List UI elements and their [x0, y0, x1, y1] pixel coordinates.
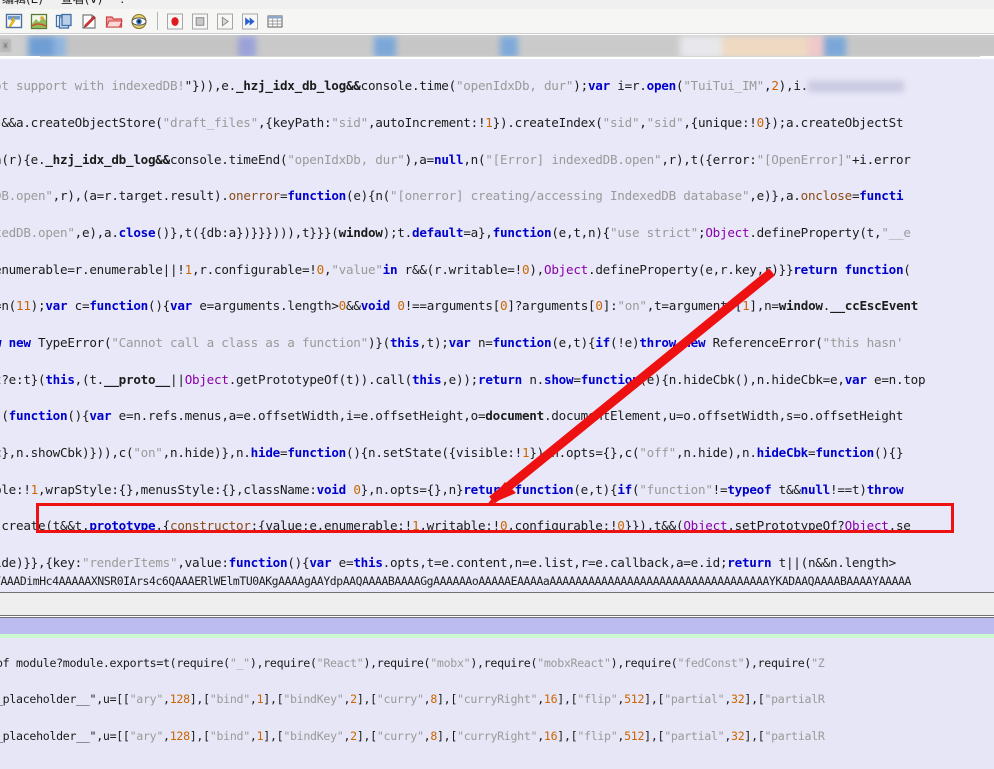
eye-watch-icon[interactable] — [127, 10, 151, 32]
fast-forward-icon[interactable] — [238, 10, 262, 32]
code-line: ide)}},{key:"renderItems",value:function… — [0, 554, 896, 570]
code-line: xedDB.open",e),a.close()},t({db:a})}}}))… — [0, 224, 911, 240]
code-text-block: ot support with indexedDB!"})),e._hzj_id… — [0, 59, 994, 574]
map-icon[interactable] — [27, 10, 51, 32]
code-line: )&&a.createObjectStore("draft_files",{ke… — [0, 114, 904, 130]
menu-item-more[interactable]: : — [120, 0, 124, 6]
menu-item-view[interactable]: 查看(V) — [61, 0, 103, 6]
bottom-code-text-block: of module?module.exports=t(require("_"),… — [0, 638, 825, 769]
code-line: DB.open",r),(a=r.target.result).onerror=… — [0, 188, 904, 204]
code-line: t?e:t}(this,(t.__proto__||Object.getProt… — [0, 371, 926, 387]
folder-open-icon[interactable] — [102, 10, 126, 32]
grid-table-icon[interactable] — [263, 10, 287, 32]
band-selection-purple — [0, 618, 994, 634]
code-line: _placeholder__",u=[["ary",128],["bind",1… — [0, 728, 825, 743]
toolbar[interactable] — [0, 9, 994, 34]
code-viewer-bottom[interactable]: of module?module.exports=t(require("_"),… — [0, 638, 994, 769]
menu-bar-items: 编辑(E) 查看(V) : — [2, 0, 138, 7]
tab-strip-underline — [40, 56, 980, 57]
application-window: 编辑(E) 查看(V) : — [0, 0, 994, 769]
play-icon[interactable] — [213, 10, 237, 32]
code-viewer-main[interactable]: ot support with indexedDB!"})),e._hzj_id… — [0, 59, 994, 574]
stop-icon[interactable] — [188, 10, 212, 32]
code-line: ,(function(){var e=n.refs.menus,a=e.offs… — [0, 408, 904, 424]
code-line: create(t&&t.prototype,{constructor:{valu… — [0, 518, 911, 534]
code-line: n(r){e._hzj_idx_db_log&&console.timeEnd(… — [0, 151, 911, 167]
code-line: ot support with indexedDB!"})),e._hzj_id… — [0, 77, 994, 95]
menu-item-edit[interactable]: 编辑(E) — [2, 0, 43, 6]
code-line: _placeholder__",u=[["ary",128],["bind",1… — [0, 692, 825, 707]
base64-text: YAAADimHc4AAAAAXNSR0IArs4c6QAAAERlWElmTU… — [0, 574, 912, 588]
toolbar-separator — [157, 12, 158, 30]
code-base64-row[interactable]: YAAADimHc4AAAAAXNSR0IArs4c6QAAAERlWElmTU… — [0, 574, 994, 592]
code-line: c},n.showCbk)})),c("on",n.hide)},n.hide=… — [0, 444, 904, 460]
record-icon[interactable] — [163, 10, 187, 32]
pen-edit-icon[interactable] — [77, 10, 101, 32]
code-line: ble:!1,wrapStyle:{},menusStyle:{},classN… — [0, 481, 904, 497]
pane-separator — [0, 592, 994, 618]
code-line: enumerable=r.enumerable||!1,r.configurab… — [0, 261, 911, 277]
network-capture-icon[interactable] — [2, 10, 26, 32]
code-line: w new TypeError("Cannot call a class as … — [0, 334, 904, 350]
code-line: of module?module.exports=t(require("_"),… — [0, 656, 825, 670]
tab-close-icon[interactable]: x — [0, 39, 11, 52]
tab-strip[interactable]: x — [0, 35, 994, 59]
copy-icon[interactable] — [52, 10, 76, 32]
code-line: =n(11);var c=function(){var e=arguments.… — [0, 298, 919, 314]
